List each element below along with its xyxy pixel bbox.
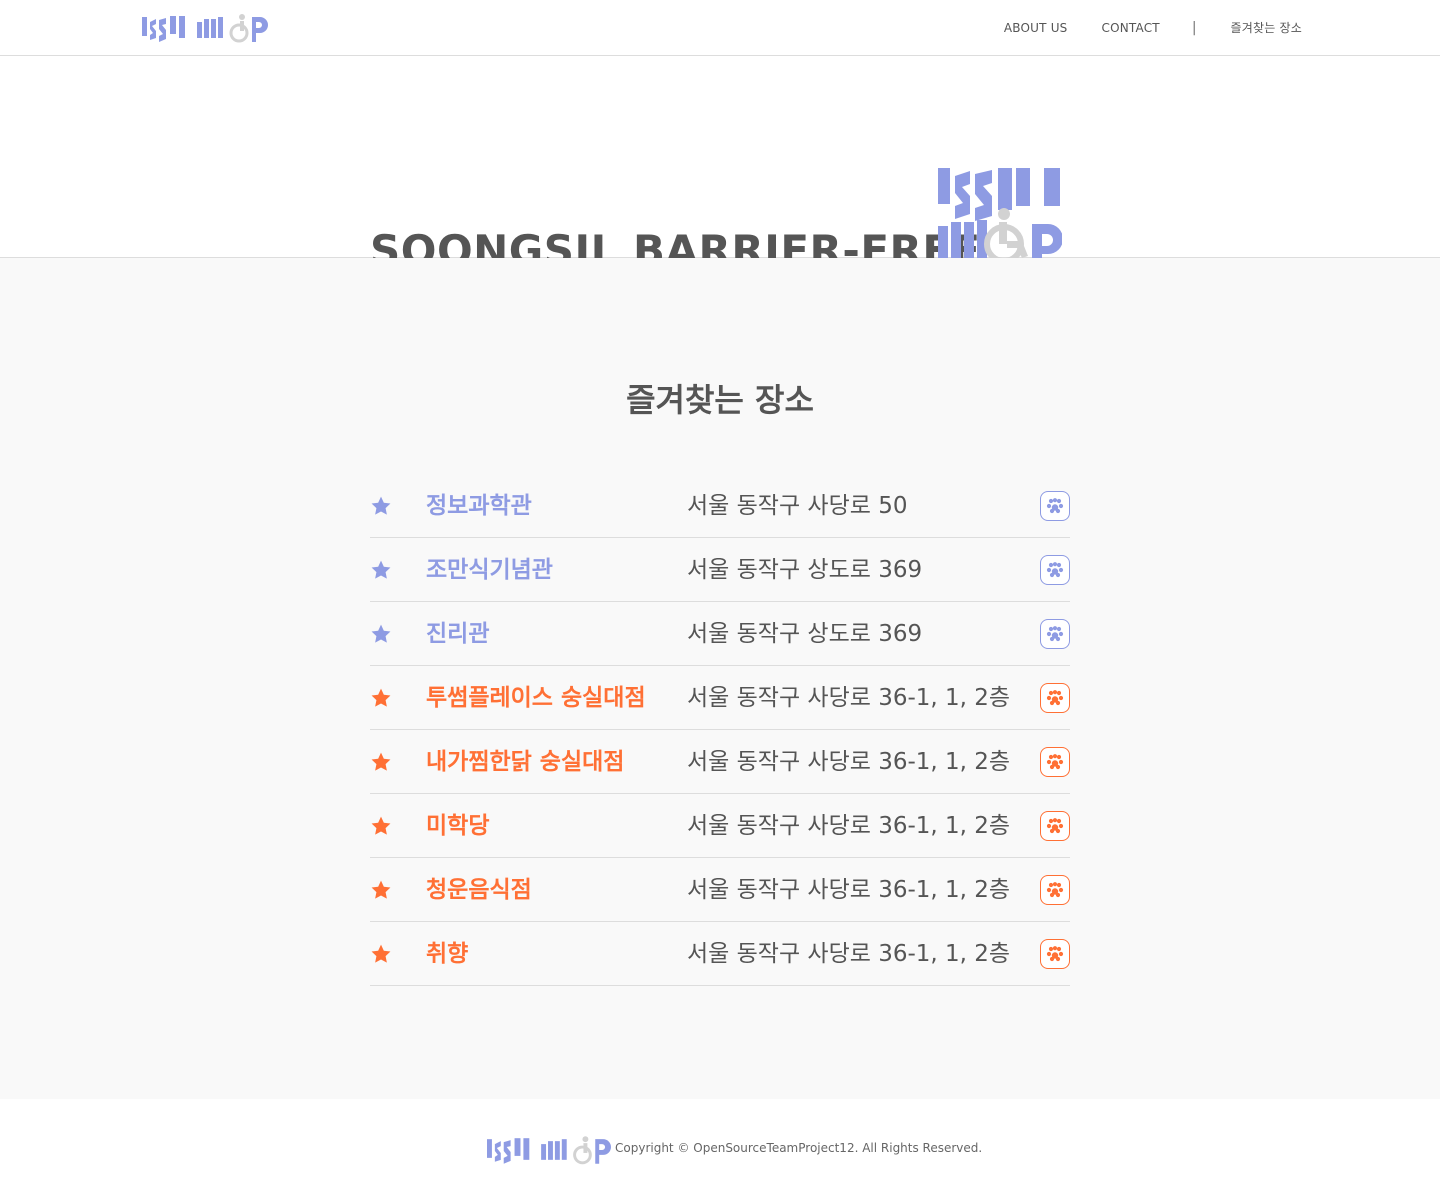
place-address: 서울 동작구 사당로 36-1, 1, 2층 (687, 749, 1011, 775)
favorites-list: 정보과학관 서울 동작구 사당로 50 조만식기념관 서울 동작구 상도로 369 진리… (370, 474, 1070, 986)
star-icon[interactable] (370, 751, 392, 773)
place-address: 서울 동작구 사당로 36-1, 1, 2층 (687, 813, 1011, 839)
nav-contact[interactable]: CONTACT (1102, 21, 1160, 35)
paw-icon (1046, 626, 1064, 642)
place-name[interactable]: 내가찜한닭 숭실대점 (426, 746, 624, 778)
accessibility-map-button[interactable] (1040, 747, 1070, 777)
paw-icon (1046, 882, 1064, 898)
place-address: 서울 동작구 사당로 36-1, 1, 2층 (687, 941, 1011, 967)
place-name[interactable]: 조만식기념관 (426, 554, 553, 586)
favorite-row[interactable]: 진리관 서울 동작구 상도로 369 (370, 602, 1070, 666)
place-name[interactable]: 미학당 (426, 810, 489, 842)
nav-favorites[interactable]: 즐겨찾는 장소 (1231, 19, 1302, 36)
nav-about-us[interactable]: ABOUT US (1004, 21, 1068, 35)
accessibility-map-button[interactable] (1040, 875, 1070, 905)
place-name[interactable]: 진리관 (426, 618, 489, 650)
star-icon[interactable] (370, 815, 392, 837)
paw-icon (1046, 818, 1064, 834)
paw-icon (1046, 690, 1064, 706)
nav-separator: | (1191, 19, 1197, 36)
place-address: 서울 동작구 사당로 36-1, 1, 2층 (687, 685, 1011, 711)
favorite-row[interactable]: 투썸플레이스 숭실대점 서울 동작구 사당로 36-1, 1, 2층 (370, 666, 1070, 730)
accessibility-map-button[interactable] (1040, 683, 1070, 713)
favorite-row[interactable]: 청운음식점 서울 동작구 사당로 36-1, 1, 2층 (370, 858, 1070, 922)
star-icon[interactable] (370, 687, 392, 709)
paw-icon (1046, 946, 1064, 962)
site-footer: Copyright © OpenSourceTeamProject12. All… (0, 1099, 1440, 1198)
copyright-text: Copyright © OpenSourceTeamProject12. All… (615, 1141, 983, 1155)
favorites-section: 즐겨찾는 장소 정보과학관 서울 동작구 사당로 50 조만식기념관 서울 동작구 상… (0, 258, 1440, 1099)
hero-banner: SOONGSIL BARRIER-FREE (0, 56, 1440, 275)
place-name[interactable]: 청운음식점 (426, 874, 532, 906)
star-icon[interactable] (370, 879, 392, 901)
place-name[interactable]: 투썸플레이스 숭실대점 (426, 682, 646, 714)
accessibility-map-button[interactable] (1040, 939, 1070, 969)
favorite-row[interactable]: 내가찜한닭 숭실대점 서울 동작구 사당로 36-1, 1, 2층 (370, 730, 1070, 794)
site-header: ABOUT US CONTACT | 즐겨찾는 장소 (0, 0, 1440, 56)
accessibility-map-button[interactable] (1040, 555, 1070, 585)
paw-icon (1046, 754, 1064, 770)
footer-logo-icon (487, 1134, 611, 1170)
star-icon[interactable] (370, 943, 392, 965)
accessibility-map-button[interactable] (1040, 811, 1070, 841)
place-address: 서울 동작구 상도로 369 (687, 621, 923, 647)
favorite-row[interactable]: 정보과학관 서울 동작구 사당로 50 (370, 474, 1070, 538)
accessibility-map-button[interactable] (1040, 491, 1070, 521)
place-address: 서울 동작구 사당로 50 (687, 493, 908, 519)
favorite-row[interactable]: 조만식기념관 서울 동작구 상도로 369 (370, 538, 1070, 602)
place-name[interactable]: 정보과학관 (426, 490, 532, 522)
star-icon[interactable] (370, 623, 392, 645)
paw-icon (1046, 562, 1064, 578)
accessibility-map-button[interactable] (1040, 619, 1070, 649)
section-title: 즐겨찾는 장소 (626, 381, 814, 419)
place-address: 서울 동작구 사당로 36-1, 1, 2층 (687, 877, 1011, 903)
top-nav: ABOUT US CONTACT | 즐겨찾는 장소 (1004, 0, 1302, 55)
favorite-row[interactable]: 취향 서울 동작구 사당로 36-1, 1, 2층 (370, 922, 1070, 986)
place-address: 서울 동작구 상도로 369 (687, 557, 923, 583)
star-icon[interactable] (370, 495, 392, 517)
star-icon[interactable] (370, 559, 392, 581)
place-name[interactable]: 취향 (426, 938, 468, 970)
ssumap-logo-icon[interactable] (142, 12, 268, 48)
favorite-row[interactable]: 미학당 서울 동작구 사당로 36-1, 1, 2층 (370, 794, 1070, 858)
paw-icon (1046, 498, 1064, 514)
